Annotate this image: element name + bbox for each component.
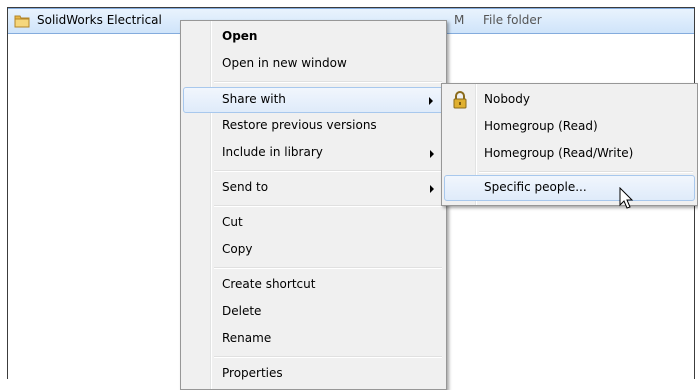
menu-item-cut[interactable]: Cut <box>183 211 444 237</box>
menu-separator <box>214 170 442 172</box>
submenu-item-nobody[interactable]: Nobody <box>444 88 695 114</box>
menu-item-label: Homegroup (Read) <box>484 119 598 133</box>
menu-item-label: Send to <box>222 180 269 194</box>
menu-item-label: Properties <box>222 366 283 380</box>
folder-icon <box>14 15 30 28</box>
mouse-cursor-icon <box>619 187 634 209</box>
menu-item-include-in-library[interactable]: Include in library <box>183 141 444 167</box>
menu-separator <box>479 171 693 173</box>
menu-item-delete[interactable]: Delete <box>183 300 444 326</box>
menu-item-open[interactable]: Open <box>183 25 444 51</box>
menu-item-properties[interactable]: Properties <box>183 362 444 388</box>
menu-item-label: Cut <box>222 215 243 229</box>
menu-item-label: Homegroup (Read/Write) <box>484 146 634 160</box>
file-name: SolidWorks Electrical <box>37 13 162 27</box>
menu-item-label: Share with <box>222 92 286 106</box>
submenu-arrow-icon <box>430 185 434 193</box>
submenu-arrow-icon <box>430 150 434 158</box>
menu-item-label: Open <box>222 29 258 43</box>
menu-item-open-new-window[interactable]: Open in new window <box>183 52 444 78</box>
lock-icon <box>453 91 467 109</box>
menu-item-label: Nobody <box>484 92 530 106</box>
menu-item-share-with[interactable]: Share with <box>183 87 444 113</box>
menu-item-copy[interactable]: Copy <box>183 238 444 264</box>
menu-item-label: Create shortcut <box>222 277 316 291</box>
menu-separator <box>214 356 442 358</box>
menu-item-rename[interactable]: Rename <box>183 327 444 353</box>
menu-item-create-shortcut[interactable]: Create shortcut <box>183 273 444 299</box>
menu-item-label: Rename <box>222 331 272 345</box>
menu-item-restore-previous-versions[interactable]: Restore previous versions <box>183 114 444 140</box>
menu-separator <box>214 205 442 207</box>
menu-item-send-to[interactable]: Send to <box>183 176 444 202</box>
menu-item-label: Specific people... <box>484 180 587 194</box>
menu-separator <box>214 81 442 83</box>
menu-separator <box>214 267 442 269</box>
submenu-item-specific-people[interactable]: Specific people... <box>444 175 695 201</box>
submenu-arrow-icon <box>429 97 433 105</box>
file-date-modified: M <box>454 13 465 27</box>
submenu-item-homegroup-read[interactable]: Homegroup (Read) <box>444 115 695 141</box>
menu-item-label: Restore previous versions <box>222 118 377 132</box>
menu-item-label: Open in new window <box>222 56 347 70</box>
menu-item-label: Copy <box>222 242 253 256</box>
submenu-item-homegroup-read-write[interactable]: Homegroup (Read/Write) <box>444 142 695 168</box>
menu-item-label: Include in library <box>222 145 323 159</box>
share-with-submenu: Nobody Homegroup (Read) Homegroup (Read/… <box>441 83 698 206</box>
menu-item-label: Delete <box>222 304 262 318</box>
file-type: File folder <box>483 13 542 27</box>
context-menu: Open Open in new window Share with Resto… <box>180 20 447 390</box>
